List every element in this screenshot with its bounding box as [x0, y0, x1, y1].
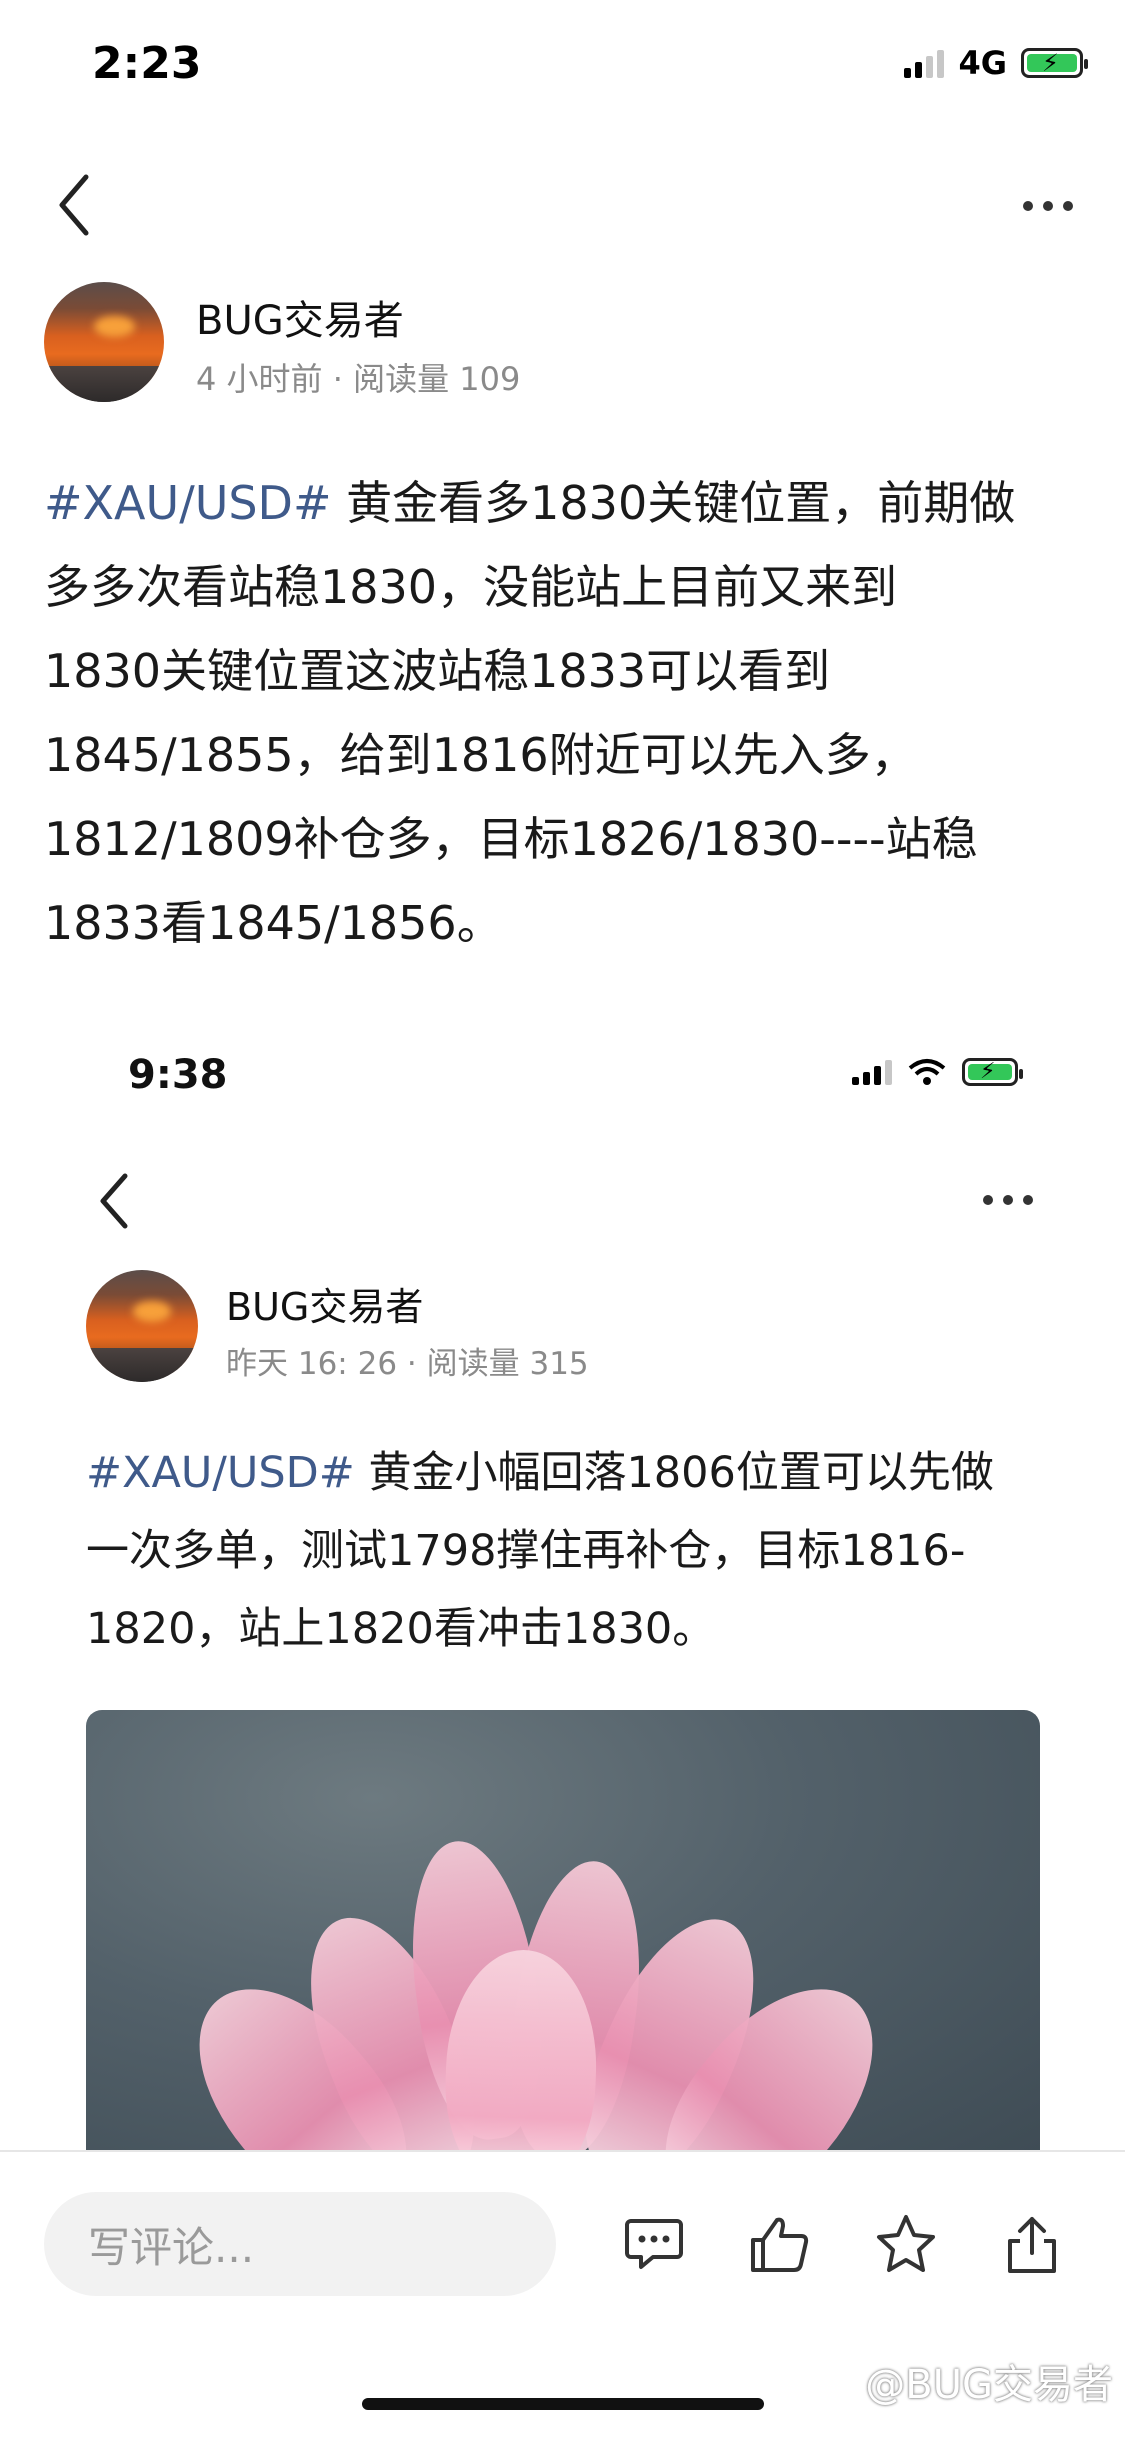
back-button[interactable]: [84, 1166, 144, 1236]
inner-status-time: 9:38: [128, 1052, 228, 1098]
post-line: 黄金看多1830关键位置，前期做: [331, 476, 1016, 530]
read-count: 阅读量 315: [426, 1346, 589, 1382]
hashtag-link[interactable]: #XAU/USD#: [44, 476, 332, 530]
avatar[interactable]: [86, 1270, 198, 1382]
post-line: 1830关键位置这波站稳1833可以看到: [44, 644, 831, 698]
more-button[interactable]: [968, 1180, 1048, 1220]
wifi-icon: [908, 1059, 946, 1085]
share-icon: [1008, 2217, 1056, 2273]
status-indicators: 4G ⚡: [904, 44, 1088, 82]
network-label: 4G: [958, 44, 1007, 82]
watermark: @BUG交易者: [865, 2362, 1113, 2408]
like-icon: [751, 2217, 809, 2272]
post-time: 昨天 16: 26: [226, 1346, 398, 1382]
chevron-left-icon: [59, 174, 89, 236]
post-meta: 昨天 16: 26 · 阅读量 315: [226, 1338, 589, 1383]
post-line: 1812/1809补仓多，目标1826/1830----站稳: [44, 812, 978, 866]
post-line: 黄金小幅回落1806位置可以先做: [354, 1448, 994, 1498]
signal-icon: [852, 1059, 892, 1085]
comment-input[interactable]: 写评论...: [44, 2192, 556, 2296]
read-count: 阅读量 109: [353, 360, 521, 398]
more-icon: [1023, 201, 1033, 211]
author-name[interactable]: BUG交易者: [226, 1276, 423, 1331]
share-button[interactable]: [992, 2204, 1072, 2284]
more-icon: [983, 1195, 993, 1205]
post-line: 1845/1855，给到1816附近可以先入多，: [44, 728, 917, 782]
avatar[interactable]: [44, 282, 164, 402]
post-line: 一次多单，测试1798撑住再补仓，目标1816-: [86, 1526, 966, 1576]
back-button[interactable]: [44, 170, 104, 240]
post-line: 多多次看站稳1830，没能站上目前又来到: [44, 560, 898, 614]
post-body: #XAU/USD# 黄金小幅回落1806位置可以先做 一次多单，测试1798撑住…: [86, 1448, 1086, 1654]
post-line: 1820，站上1820看冲击1830。: [86, 1604, 716, 1654]
star-icon: [877, 2215, 935, 2272]
post-image[interactable]: [86, 1710, 1040, 2150]
chevron-left-icon: [100, 1173, 128, 1229]
author-name[interactable]: BUG交易者: [196, 288, 404, 346]
meta-separator: ·: [332, 360, 343, 398]
inner-status-indicators: ⚡: [852, 1058, 1023, 1086]
comment-button[interactable]: [614, 2204, 694, 2284]
status-time: 2:23: [92, 38, 202, 89]
post-meta: 4 小时前 · 阅读量 109: [196, 354, 520, 400]
hashtag-link[interactable]: #XAU/USD#: [86, 1448, 355, 1498]
battery-icon: ⚡: [962, 1058, 1023, 1086]
favorite-button[interactable]: [866, 2204, 946, 2284]
battery-icon: ⚡: [1021, 48, 1088, 78]
more-button[interactable]: [1008, 186, 1088, 226]
post-body: #XAU/USD# 黄金看多1830关键位置，前期做 多多次看站稳1830，没能…: [44, 476, 1084, 950]
home-indicator[interactable]: [362, 2398, 764, 2410]
meta-separator: ·: [406, 1346, 417, 1382]
post-time: 4 小时前: [196, 360, 323, 398]
like-button[interactable]: [740, 2204, 820, 2284]
signal-icon: [904, 48, 945, 78]
comment-icon: [625, 2219, 683, 2269]
post-line: 1833看1845/1856。: [44, 896, 503, 950]
